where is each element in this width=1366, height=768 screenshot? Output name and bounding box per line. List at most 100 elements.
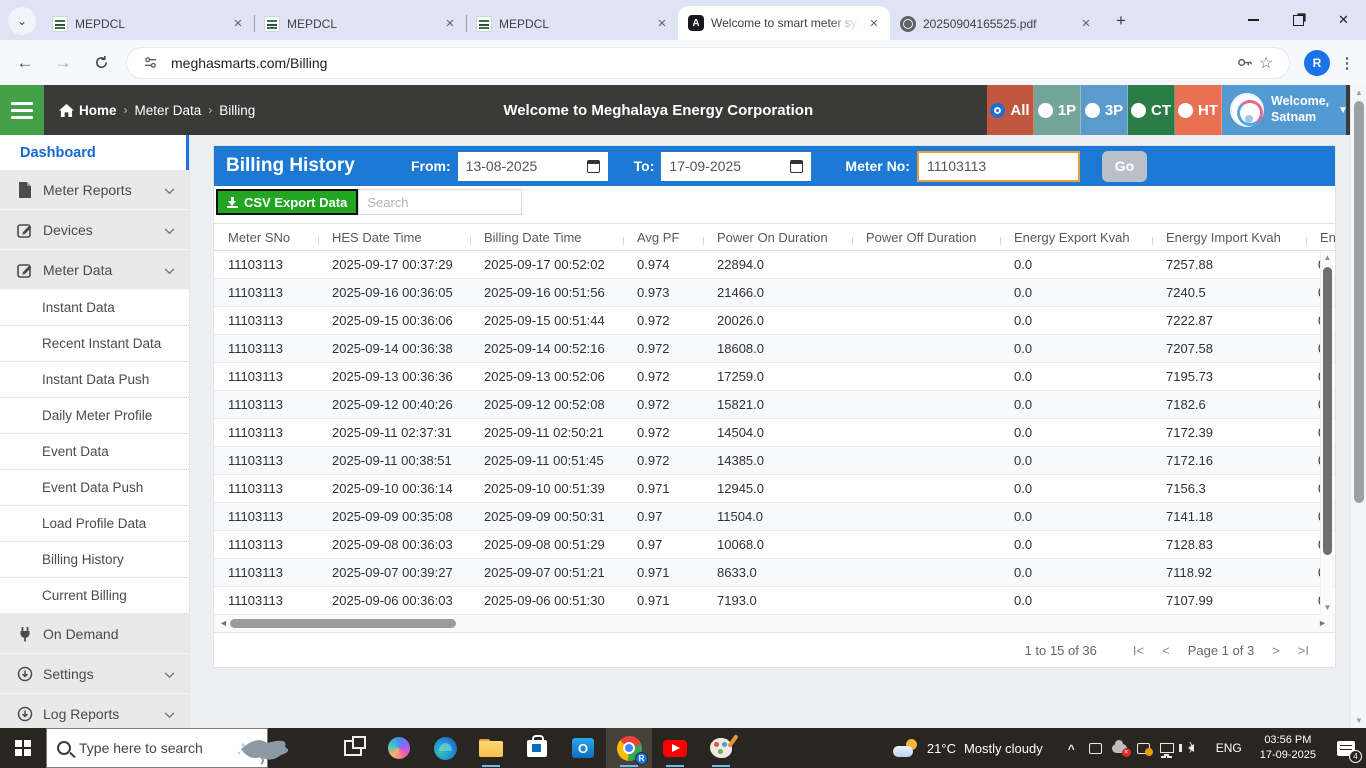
first-page-button[interactable]: I< <box>1133 643 1144 658</box>
window-minimize-button[interactable] <box>1231 0 1276 40</box>
from-date-input[interactable]: 13-08-2025 <box>458 152 608 181</box>
table-row[interactable]: 111031132025-09-11 00:38:512025-09-11 00… <box>214 447 1335 475</box>
browser-scrollbar-thumb[interactable] <box>1354 101 1364 503</box>
forward-button[interactable]: → <box>47 47 79 79</box>
meter-no-input[interactable] <box>917 151 1080 182</box>
meet-now-icon[interactable] <box>1087 740 1104 757</box>
table-row[interactable]: 111031132025-09-08 00:36:032025-09-08 00… <box>214 531 1335 559</box>
next-page-button[interactable]: > <box>1272 643 1280 658</box>
sidebar-subitem-instant-data-push[interactable]: Instant Data Push <box>0 362 189 398</box>
sidebar-subitem-current-billing[interactable]: Current Billing <box>0 578 189 614</box>
table-row[interactable]: 111031132025-09-13 00:36:362025-09-13 00… <box>214 363 1335 391</box>
taskbar-search-input[interactable] <box>79 740 209 756</box>
outlook-button[interactable]: O <box>560 728 606 768</box>
reload-button[interactable] <box>85 47 117 79</box>
microsoft-store-button[interactable] <box>514 728 560 768</box>
weather-widget[interactable]: 21°C Mostly cloudy <box>881 739 1055 757</box>
sidebar-item-meter-data[interactable]: Meter Data <box>0 250 189 290</box>
calendar-icon[interactable] <box>790 160 803 173</box>
table-horizontal-scrollbar[interactable]: ◄ ► <box>214 615 1335 633</box>
breadcrumb-home-link[interactable]: Home <box>59 103 117 118</box>
tab-close-icon[interactable]: ✕ <box>866 15 882 31</box>
browser-tab[interactable]: AWelcome to smart meter sys✕ <box>678 6 890 40</box>
new-tab-button[interactable]: + <box>1108 8 1134 34</box>
bookmark-star-icon[interactable]: ☆ <box>1255 52 1277 74</box>
table-row[interactable]: 111031132025-09-16 00:36:052025-09-16 00… <box>214 279 1335 307</box>
profile-avatar[interactable]: R <box>1304 50 1330 76</box>
user-menu[interactable]: Welcome, Satnam ▼ <box>1222 85 1346 135</box>
sidebar-subitem-event-data-push[interactable]: Event Data Push <box>0 470 189 506</box>
phase-filter-1p[interactable]: 1P <box>1034 85 1081 135</box>
browser-menu-icon[interactable]: ⋮ <box>1334 54 1360 72</box>
calendar-icon[interactable] <box>587 160 600 173</box>
table-row[interactable]: 111031132025-09-15 00:36:062025-09-15 00… <box>214 307 1335 335</box>
table-search-input[interactable] <box>358 189 522 215</box>
phase-filter-ct[interactable]: CT <box>1128 85 1175 135</box>
table-row[interactable]: 111031132025-09-11 02:37:312025-09-11 02… <box>214 419 1335 447</box>
language-indicator[interactable]: ENG <box>1208 741 1250 755</box>
scroll-down-arrow-icon[interactable]: ▼ <box>1323 603 1332 613</box>
sidebar-subitem-recent-instant-data[interactable]: Recent Instant Data <box>0 326 189 362</box>
scroll-down-arrow-icon[interactable]: ▼ <box>1351 716 1366 725</box>
browser-tab[interactable]: MEPDCL✕ <box>254 7 466 40</box>
browser-tab[interactable]: MEPDCL✕ <box>42 7 254 40</box>
password-key-icon[interactable] <box>1233 52 1255 74</box>
table-row[interactable]: 111031132025-09-09 00:35:082025-09-09 00… <box>214 503 1335 531</box>
back-button[interactable]: ← <box>9 47 41 79</box>
onedrive-paused-icon[interactable] <box>1111 740 1128 757</box>
sidebar-subitem-daily-meter-profile[interactable]: Daily Meter Profile <box>0 398 189 434</box>
sidebar-subitem-billing-history[interactable]: Billing History <box>0 542 189 578</box>
breadcrumb-billing-link[interactable]: Billing <box>219 103 255 118</box>
paint-button[interactable] <box>698 728 744 768</box>
copilot-button[interactable] <box>376 728 422 768</box>
sidebar-item-on-demand[interactable]: On Demand <box>0 614 189 654</box>
radio-button-icon[interactable] <box>1085 103 1100 118</box>
radio-button-icon[interactable] <box>1178 103 1193 118</box>
browser-tab[interactable]: MEPDCL✕ <box>466 7 678 40</box>
go-button[interactable]: Go <box>1102 151 1147 182</box>
vertical-scrollbar-thumb[interactable] <box>1323 267 1332 555</box>
sidebar-subitem-load-profile-data[interactable]: Load Profile Data <box>0 506 189 542</box>
taskbar-clock[interactable]: 03:56 PM 17-09-2025 <box>1250 733 1326 763</box>
table-row[interactable]: 111031132025-09-07 00:39:272025-09-07 00… <box>214 559 1335 587</box>
tab-search-icon[interactable]: ⌄ <box>8 7 36 35</box>
chrome-button[interactable]: R <box>606 728 652 768</box>
last-page-button[interactable]: >I <box>1298 643 1309 658</box>
sidebar-subitem-instant-data[interactable]: Instant Data <box>0 290 189 326</box>
table-row[interactable]: 111031132025-09-12 00:40:262025-09-12 00… <box>214 391 1335 419</box>
horizontal-scrollbar-thumb[interactable] <box>230 619 456 628</box>
table-vertical-scrollbar[interactable]: ▲ ▼ <box>1320 251 1333 615</box>
scroll-left-arrow-icon[interactable]: ◄ <box>219 618 228 628</box>
sidebar-item-settings[interactable]: Settings <box>0 654 189 694</box>
table-row[interactable]: 111031132025-09-10 00:36:142025-09-10 00… <box>214 475 1335 503</box>
url-bar[interactable]: meghasmarts.com/Billing ☆ <box>126 47 1290 79</box>
sidebar-subitem-event-data[interactable]: Event Data <box>0 434 189 470</box>
tab-close-icon[interactable]: ✕ <box>1078 16 1094 32</box>
browser-tab[interactable]: 20250904165525.pdf✕ <box>890 7 1102 40</box>
phase-filter-3p[interactable]: 3P <box>1081 85 1128 135</box>
sidebar-item-log-reports[interactable]: Log Reports <box>0 694 189 728</box>
table-row[interactable]: 111031132025-09-06 00:36:032025-09-06 00… <box>214 587 1335 615</box>
site-info-icon[interactable] <box>139 52 161 74</box>
window-close-button[interactable]: ✕ <box>1321 0 1366 40</box>
previous-page-button[interactable]: < <box>1162 643 1170 658</box>
tab-close-icon[interactable]: ✕ <box>230 16 246 32</box>
notification-center-button[interactable]: 4 <box>1326 728 1366 768</box>
hamburger-menu-button[interactable] <box>0 85 44 135</box>
sidebar-item-meter-reports[interactable]: Meter Reports <box>0 170 189 210</box>
youtube-button[interactable] <box>652 728 698 768</box>
search-highlight-stingray-image[interactable] <box>231 733 295 765</box>
sidebar-item-dashboard[interactable]: Dashboard <box>0 135 189 170</box>
radio-button-icon[interactable] <box>990 103 1005 118</box>
phase-filter-ht[interactable]: HT <box>1175 85 1222 135</box>
sync-status-icon[interactable] <box>1135 740 1152 757</box>
scroll-up-arrow-icon[interactable]: ▲ <box>1351 88 1366 97</box>
tab-close-icon[interactable]: ✕ <box>442 16 458 32</box>
network-icon[interactable] <box>1159 740 1176 757</box>
csv-export-button[interactable]: CSV Export Data <box>216 189 358 215</box>
to-date-input[interactable]: 17-09-2025 <box>661 152 811 181</box>
breadcrumb-meter-data-link[interactable]: Meter Data <box>135 103 202 118</box>
browser-scrollbar[interactable]: ▲ ▼ <box>1350 85 1366 728</box>
radio-button-icon[interactable] <box>1131 103 1146 118</box>
table-row[interactable]: 111031132025-09-14 00:36:382025-09-14 00… <box>214 335 1335 363</box>
